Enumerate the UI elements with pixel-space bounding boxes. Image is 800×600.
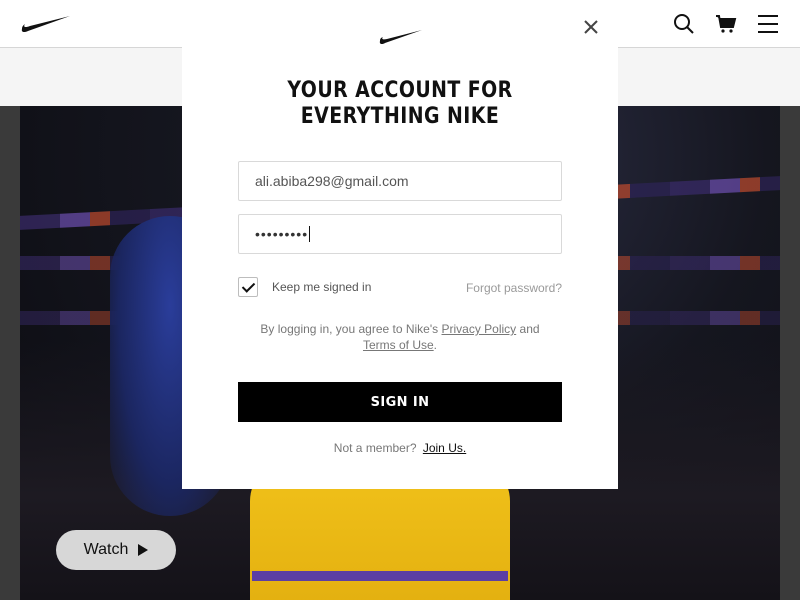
keep-signed-in: Keep me signed in: [238, 277, 371, 297]
play-icon: [138, 544, 149, 556]
text-caret: [309, 226, 311, 242]
keep-signed-in-label: Keep me signed in: [272, 280, 372, 294]
legal-prefix: By logging in, you agree to Nike's: [260, 322, 439, 336]
jersey-trim: [252, 571, 508, 581]
email-value: ali.abiba298@gmail.com: [255, 173, 409, 189]
nike-swoosh-icon: [379, 30, 422, 45]
sign-in-button[interactable]: SIGN IN: [238, 382, 562, 422]
watch-label: Watch: [83, 541, 129, 558]
not-member-label: Not a member?: [333, 441, 417, 455]
search-icon[interactable]: [672, 12, 696, 36]
keep-signed-in-checkbox[interactable]: [238, 277, 258, 297]
login-modal: YOUR ACCOUNT FOR EVERYTHING NIKE ali.abi…: [182, 0, 618, 489]
password-field[interactable]: •••••••••: [238, 214, 562, 254]
modal-title-line1: YOUR ACCOUNT FOR: [287, 78, 513, 103]
privacy-policy-link[interactable]: Privacy Policy: [442, 322, 517, 336]
forgot-password-link[interactable]: Forgot password?: [466, 281, 562, 295]
close-icon[interactable]: [581, 17, 601, 37]
nike-swoosh-icon[interactable]: [20, 14, 72, 34]
modal-title-line2: EVERYTHING NIKE: [300, 104, 500, 129]
join-prompt: Not a member? Join Us.: [182, 441, 618, 455]
email-field[interactable]: ali.abiba298@gmail.com: [238, 161, 562, 201]
terms-of-use-link[interactable]: Terms of Use: [363, 338, 434, 352]
legal-text: By logging in, you agree to Nike's Priva…: [182, 321, 618, 353]
modal-title: YOUR ACCOUNT FOR EVERYTHING NIKE: [213, 78, 588, 130]
legal-suffix: .: [433, 338, 438, 352]
password-value: •••••••••: [255, 226, 309, 242]
legal-and: and: [519, 322, 540, 336]
join-us-link[interactable]: Join Us.: [423, 441, 466, 455]
menu-icon[interactable]: [756, 12, 780, 36]
cart-icon[interactable]: [714, 12, 738, 36]
watch-button[interactable]: Watch: [56, 530, 176, 570]
